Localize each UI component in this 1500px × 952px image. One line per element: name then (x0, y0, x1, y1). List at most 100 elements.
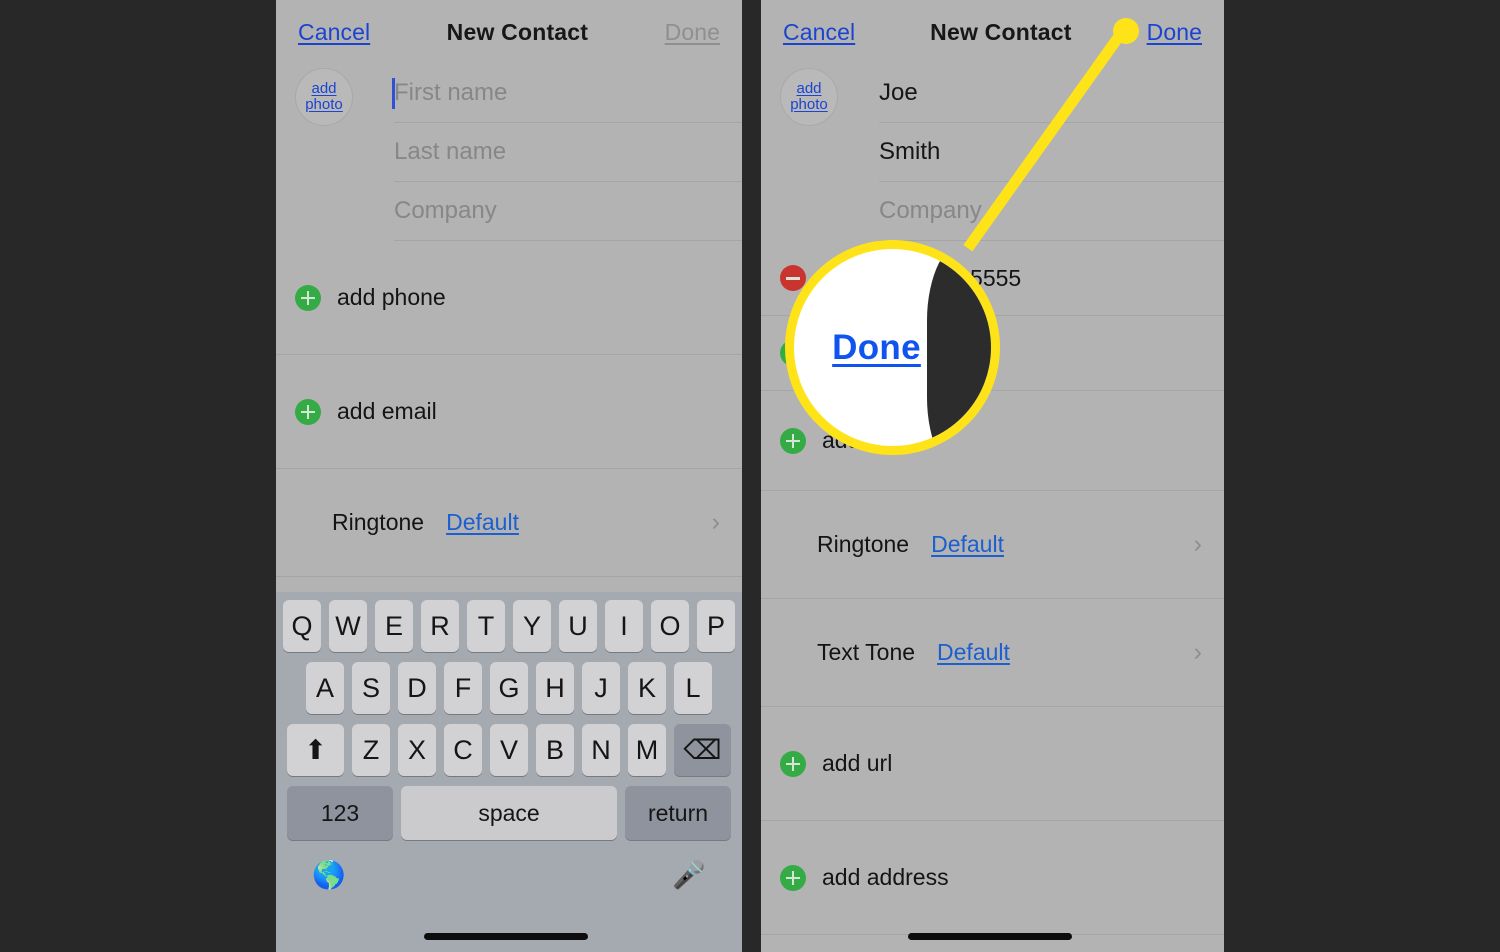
last-name-value: Smith (879, 138, 941, 165)
first-name-placeholder: First name (394, 79, 508, 106)
key-k[interactable]: K (628, 662, 666, 714)
plus-icon (780, 864, 806, 891)
numbers-key[interactable]: 123 (287, 786, 393, 840)
add-photo-line2: photo (305, 96, 343, 113)
plus-icon (295, 284, 321, 311)
page-title: New Contact (446, 18, 589, 45)
shift-key[interactable]: ⬆ (287, 724, 344, 776)
key-c[interactable]: C (444, 724, 482, 776)
company-placeholder: Company (879, 197, 982, 224)
home-indicator (908, 933, 1072, 940)
keyboard-row-2: A S D F G H J K L (276, 662, 742, 714)
callout-overlay: Done (0, 0, 1500, 952)
add-email-row[interactable]: add email (276, 355, 742, 469)
ringtone-value[interactable]: Default (931, 531, 1004, 558)
add-url-label: add url (822, 750, 893, 776)
key-l[interactable]: L (674, 662, 712, 714)
phone-number-row[interactable]: 555-5555 (761, 241, 1224, 316)
add-phone-row[interactable] (761, 316, 1224, 391)
key-i[interactable]: I (605, 600, 643, 652)
add-phone-label: add phone (337, 284, 446, 310)
cancel-button[interactable]: Cancel (298, 19, 370, 46)
key-h[interactable]: H (536, 662, 574, 714)
ringtone-row[interactable]: Ringtone Default › (761, 491, 1224, 599)
first-name-field[interactable]: First name (392, 64, 742, 123)
screenshot-stage: Cancel New Contact Done add photo First … (0, 0, 1500, 952)
company-field[interactable]: Company (879, 182, 1224, 241)
key-e[interactable]: E (375, 600, 413, 652)
plus-icon (295, 398, 321, 425)
done-button[interactable]: Done (665, 19, 720, 46)
chevron-right-icon: › (1193, 638, 1202, 666)
first-name-value: Joe (879, 79, 918, 106)
key-g[interactable]: G (490, 662, 528, 714)
add-photo-line1: add (311, 80, 337, 98)
add-photo-button[interactable]: add photo (295, 68, 353, 126)
key-v[interactable]: V (490, 724, 528, 776)
ringtone-value[interactable]: Default (446, 509, 519, 536)
add-photo-line2: photo (790, 96, 828, 113)
text-tone-value[interactable]: Default (937, 639, 1010, 666)
first-name-field[interactable]: Joe (879, 64, 1224, 123)
key-x[interactable]: X (398, 724, 436, 776)
key-p[interactable]: P (697, 600, 735, 652)
key-y[interactable]: Y (513, 600, 551, 652)
add-photo-line1: add (796, 80, 822, 98)
key-z[interactable]: Z (352, 724, 390, 776)
minus-icon[interactable] (780, 265, 806, 291)
key-r[interactable]: R (421, 600, 459, 652)
ringtone-label: Ringtone (817, 531, 910, 557)
key-u[interactable]: U (559, 600, 597, 652)
key-n[interactable]: N (582, 724, 620, 776)
company-placeholder: Company (394, 197, 497, 224)
text-tone-row[interactable]: Text Tone Default › (761, 599, 1224, 707)
text-tone-label: Text Tone (817, 639, 916, 665)
plus-icon (780, 340, 806, 366)
onscreen-keyboard: Q W E R T Y U I O P A S D F G H J K L ⬆ … (276, 592, 742, 952)
last-name-field[interactable]: Last name (394, 123, 742, 182)
shift-arrow-icon: ⬆ (304, 734, 327, 765)
chevron-right-icon: › (1193, 530, 1202, 558)
key-a[interactable]: A (306, 662, 344, 714)
ringtone-row[interactable]: Ringtone Default › (276, 469, 742, 577)
cancel-button[interactable]: Cancel (783, 19, 855, 46)
microphone-icon[interactable]: 🎤 (672, 862, 706, 889)
key-d[interactable]: D (398, 662, 436, 714)
page-title: New Contact (930, 18, 1072, 45)
backspace-icon: ⌫ (683, 734, 722, 765)
key-f[interactable]: F (444, 662, 482, 714)
done-button[interactable]: Done (1147, 19, 1202, 46)
left-phone-screen: Cancel New Contact Done add photo First … (276, 0, 742, 952)
globe-icon[interactable]: 🌎 (312, 862, 346, 889)
last-name-field[interactable]: Smith (879, 123, 1224, 182)
plus-icon (780, 750, 806, 777)
left-row-block: add phone add email Ringtone Default › (276, 241, 742, 577)
right-phone-screen: Cancel New Contact Done add photo Joe Sm… (761, 0, 1224, 952)
add-email-label: add email (337, 398, 437, 424)
key-w[interactable]: W (329, 600, 367, 652)
left-name-fields: First name Last name Company (392, 64, 742, 241)
key-o[interactable]: O (651, 600, 689, 652)
home-indicator (424, 933, 588, 940)
add-email-row[interactable]: add email (761, 391, 1224, 491)
text-caret (392, 78, 395, 109)
key-b[interactable]: B (536, 724, 574, 776)
ringtone-label: Ringtone (332, 509, 425, 535)
key-q[interactable]: Q (283, 600, 321, 652)
return-key[interactable]: return (625, 786, 731, 840)
add-address-row[interactable]: add address (761, 821, 1224, 935)
last-name-placeholder: Last name (394, 138, 507, 165)
plus-icon (780, 427, 806, 454)
key-s[interactable]: S (352, 662, 390, 714)
key-m[interactable]: M (628, 724, 666, 776)
space-key[interactable]: space (401, 786, 617, 840)
key-j[interactable]: J (582, 662, 620, 714)
company-field[interactable]: Company (394, 182, 742, 241)
left-name-area: add photo First name Last name Company (276, 64, 742, 241)
add-photo-button[interactable]: add photo (780, 68, 838, 126)
add-phone-row[interactable]: add phone (276, 241, 742, 355)
key-t[interactable]: T (467, 600, 505, 652)
phone-number-value: 555-5555 (924, 264, 1022, 291)
add-url-row[interactable]: add url (761, 707, 1224, 821)
backspace-key[interactable]: ⌫ (674, 724, 731, 776)
